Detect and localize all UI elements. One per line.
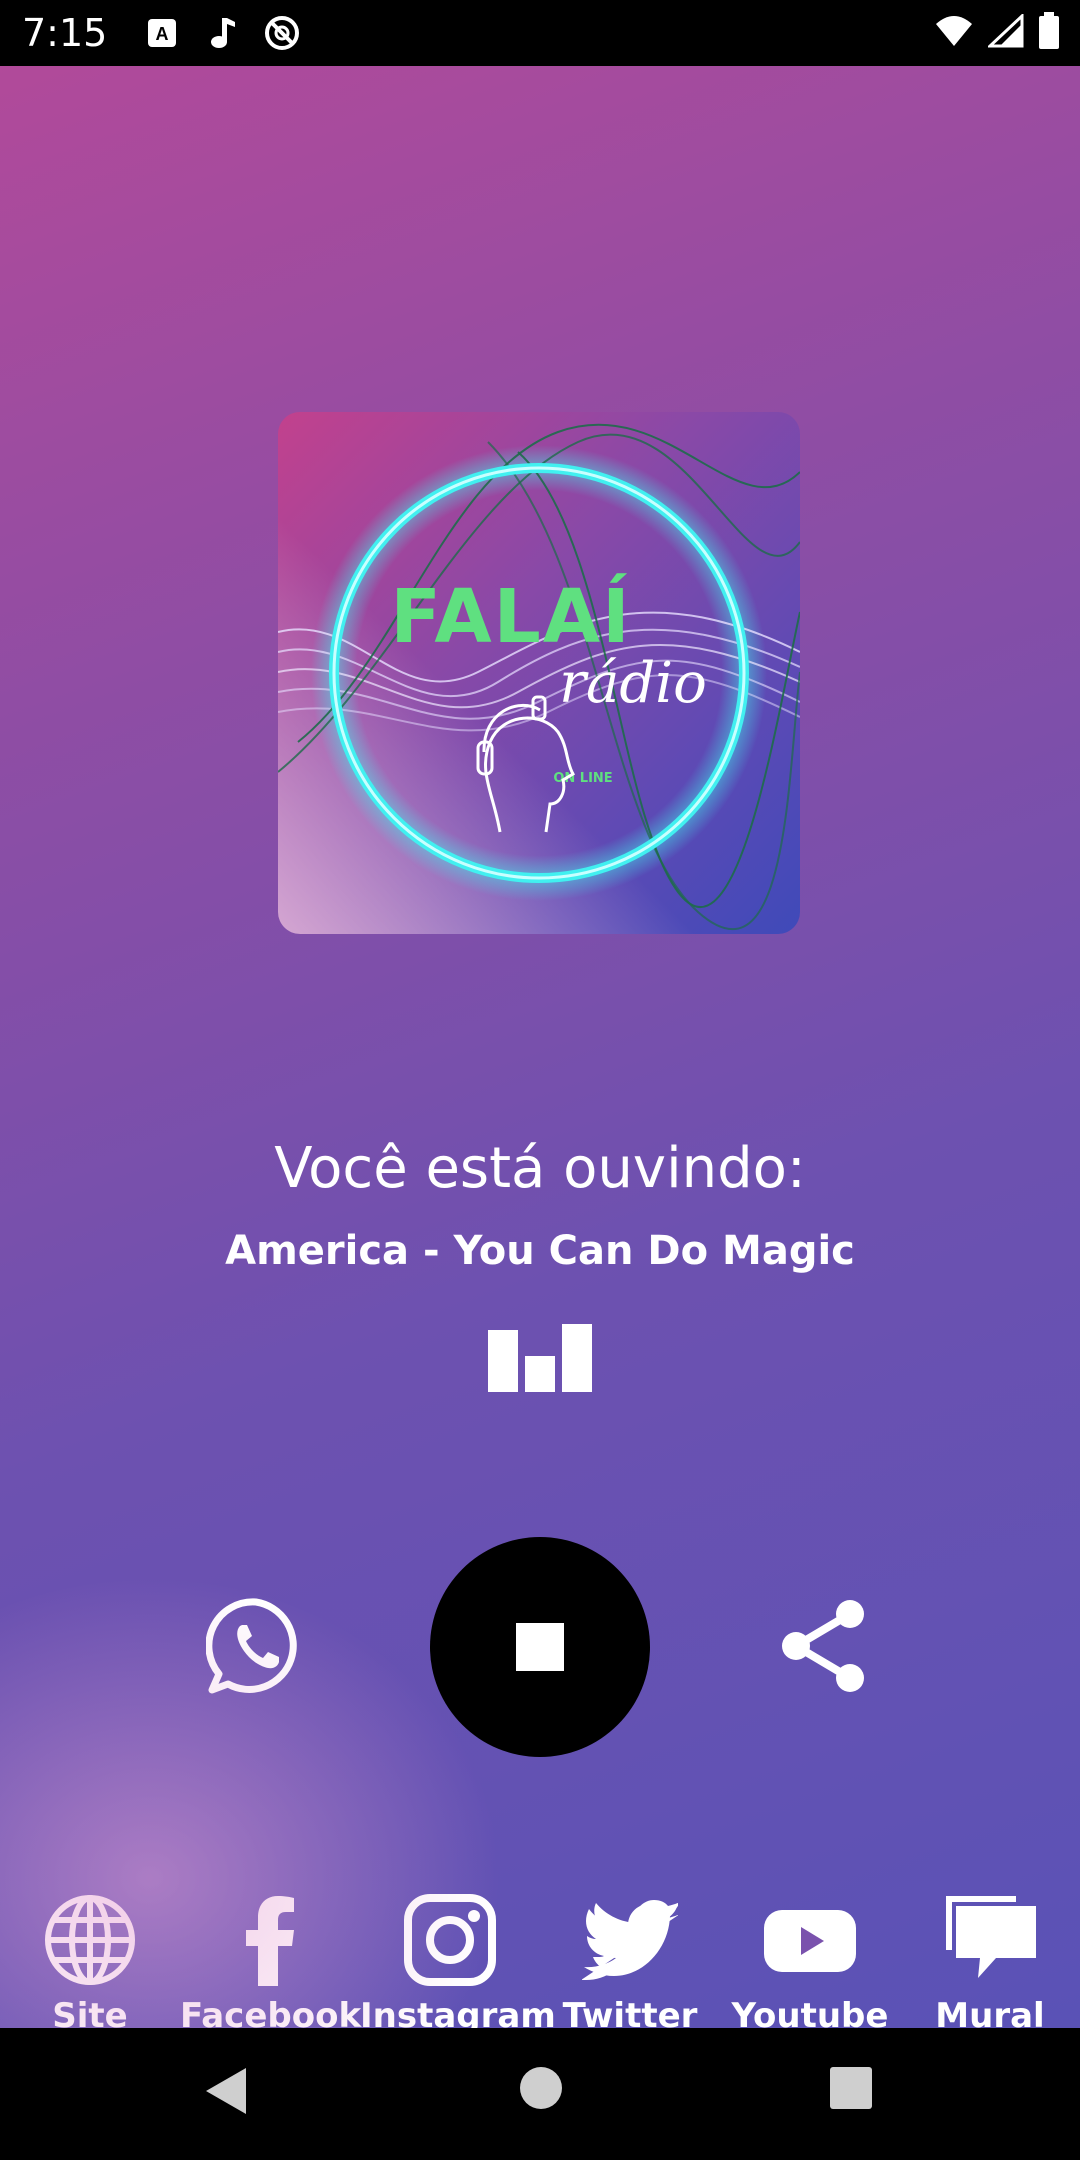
player-screen: FALAÍ rádio ON LINE Você está ouvindo: A… [0,66,1080,2028]
home-icon[interactable] [519,2066,563,2110]
link-mural[interactable]: Mural [900,1892,1080,2028]
now-playing-label: Você está ouvindo: [274,1136,806,1201]
link-facebook-label: Facebook [180,1996,362,2028]
link-mural-label: Mural [935,1996,1045,2028]
recents-icon[interactable] [829,2066,873,2110]
link-twitter-label: Twitter [562,1996,698,2028]
social-links-bar: Site Facebook Instagram Twitter Youtube … [0,1892,1080,2028]
link-site[interactable]: Site [0,1892,180,2028]
link-youtube-label: Youtube [731,1996,889,2028]
signal-icon [986,12,1024,53]
link-site-label: Site [52,1996,128,2028]
status-bar: 7:15 A [0,0,1080,66]
system-navigation-bar [0,2028,1080,2160]
music-note-icon [203,14,241,52]
cover-logo-script: rádio [559,651,707,716]
chat-bubbles-icon [946,1896,1036,1978]
instagram-icon [404,1894,496,1986]
equalizer-icon [488,1324,592,1392]
no-sync-icon [263,14,301,52]
cover-logo-text: FALAÍ [390,572,631,660]
facebook-icon [246,1896,294,1986]
whatsapp-icon[interactable] [206,1596,306,1696]
link-instagram[interactable]: Instagram [360,1892,556,2028]
link-instagram-label: Instagram [360,1996,556,2028]
stop-button[interactable] [430,1537,650,1757]
twitter-icon [582,1900,678,1980]
link-facebook[interactable]: Facebook [180,1892,362,2028]
link-youtube[interactable]: Youtube [720,1892,900,2028]
status-time: 7:15 [22,11,108,55]
cover-art: FALAÍ rádio ON LINE [278,412,800,934]
link-twitter[interactable]: Twitter [540,1892,720,2028]
battery-icon [1038,11,1060,55]
share-icon[interactable] [778,1598,868,1694]
back-icon[interactable] [204,2066,248,2116]
youtube-icon [764,1910,856,1972]
cover-art-graphic: FALAÍ rádio ON LINE [278,412,800,934]
svg-text:A: A [156,24,169,44]
track-title: America - You Can Do Magic [225,1228,855,1274]
globe-icon [45,1895,135,1985]
keyboard-a-icon: A [143,14,181,52]
stop-icon [516,1623,564,1671]
wifi-icon [934,14,974,53]
